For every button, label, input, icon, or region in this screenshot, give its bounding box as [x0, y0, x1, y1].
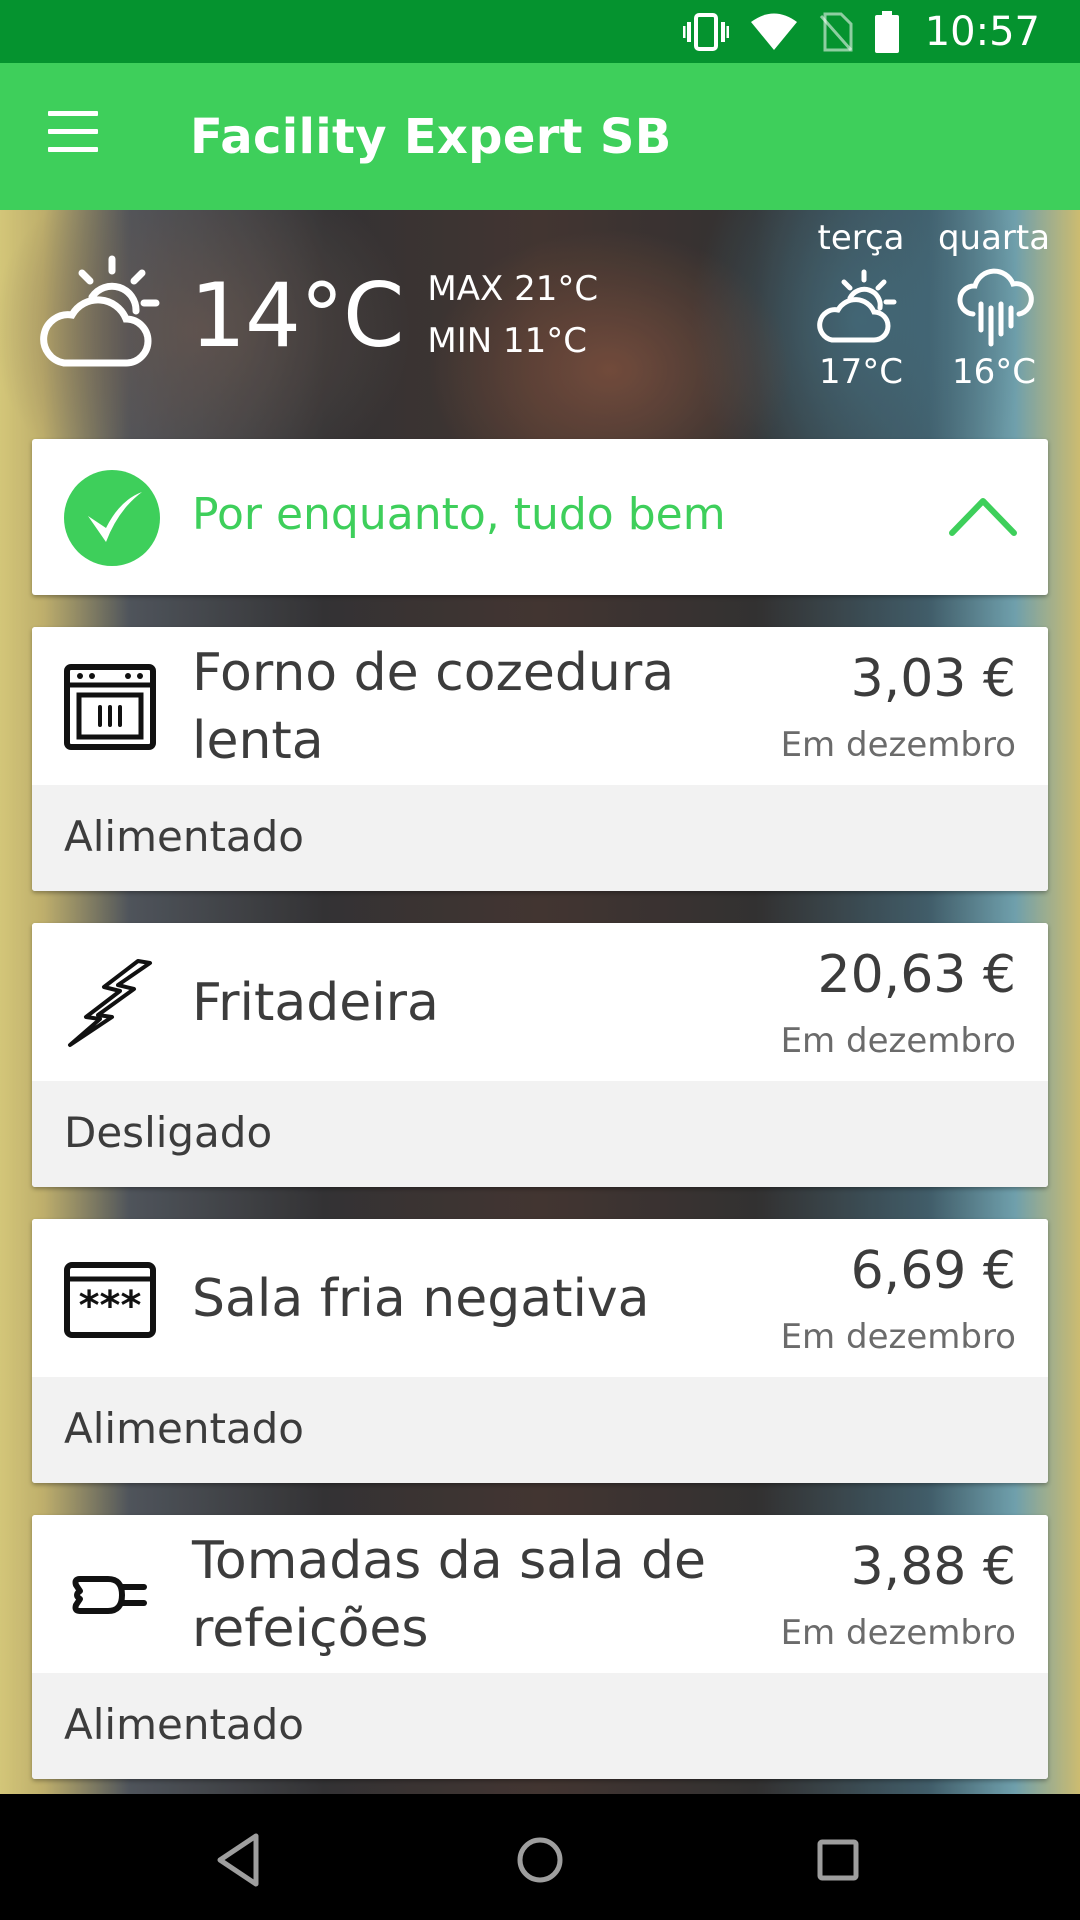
device-state: Alimentado [64, 1700, 305, 1749]
device-period: Em dezembro [780, 725, 1016, 765]
device-state: Desligado [64, 1108, 273, 1157]
status-card[interactable]: Por enquanto, tudo bem [32, 439, 1048, 595]
max-temperature: MAX 21°C [427, 269, 599, 309]
device-period: Em dezembro [780, 1021, 1016, 1061]
app-bar: Facility Expert SB [0, 63, 1080, 210]
app-title: Facility Expert SB [190, 109, 672, 165]
navigation-bar [0, 1794, 1080, 1920]
device-price: 3,88 € [850, 1537, 1016, 1597]
back-icon[interactable] [210, 1830, 270, 1890]
freezer-icon: *** [64, 1262, 156, 1338]
oven-icon [64, 664, 156, 750]
min-temperature: MIN 11°C [427, 321, 588, 361]
device-period: Em dezembro [780, 1613, 1016, 1653]
device-name: Fritadeira [192, 973, 439, 1033]
device-period: Em dezembro [780, 1317, 1016, 1357]
forecast-day-label: quarta [937, 218, 1051, 258]
partly-cloudy-icon [817, 269, 897, 343]
device-card[interactable]: Fritadeira 20,63 € Em dezembro Desligado [32, 923, 1048, 1187]
device-name: Forno de cozedura lenta [192, 643, 675, 771]
recents-icon[interactable] [808, 1830, 868, 1890]
main-content[interactable]: 14°C MAX 21°C MIN 11°C terça 17°C quarta [0, 210, 1080, 1794]
menu-icon[interactable] [40, 111, 106, 163]
device-card[interactable]: Tomadas da sala de refeições 3,88 € Em d… [32, 1515, 1048, 1779]
forecast-day-label: terça [817, 218, 905, 258]
svg-text:***: *** [79, 1283, 142, 1329]
device-state: Alimentado [64, 1404, 305, 1453]
clock: 10:57 [924, 8, 1040, 55]
current-weather: 14°C MAX 21°C MIN 11°C [40, 250, 598, 380]
check-circle-icon [64, 470, 160, 566]
device-state: Alimentado [64, 812, 305, 861]
device-name: Sala fria negativa [192, 1269, 650, 1329]
forecast-day-2: quarta 16°C [929, 218, 1059, 392]
device-price: 20,63 € [817, 945, 1016, 1005]
device-card[interactable]: *** Sala fria negativa 6,69 € Em dezembr… [32, 1219, 1048, 1483]
wifi-icon [750, 13, 797, 50]
device-price: 3,03 € [850, 649, 1016, 709]
status-bar: 10:57 [0, 0, 1080, 63]
forecast-day-1: terça 17°C [796, 218, 926, 392]
current-temperature: 14°C [190, 263, 404, 367]
no-sim-icon [819, 12, 853, 51]
forecast-temperature: 17°C [818, 352, 903, 392]
rain-icon [957, 268, 1034, 347]
device-name: Tomadas da sala de refeições [192, 1531, 706, 1659]
battery-icon [874, 10, 899, 53]
min-max-temperature: MAX 21°C MIN 11°C [427, 263, 598, 367]
plug-icon [72, 1576, 147, 1614]
home-icon[interactable] [510, 1830, 570, 1890]
vibrate-icon [682, 12, 729, 51]
status-message: Por enquanto, tudo bem [192, 489, 726, 540]
forecast-temperature: 16°C [951, 352, 1036, 392]
lightning-icon [68, 959, 152, 1047]
partly-cloudy-icon [40, 255, 160, 367]
chevron-up-icon[interactable] [948, 491, 1018, 541]
status-icons: 10:57 [682, 0, 1040, 63]
device-price: 6,69 € [850, 1241, 1016, 1301]
device-card[interactable]: Forno de cozedura lenta 3,03 € Em dezemb… [32, 627, 1048, 891]
